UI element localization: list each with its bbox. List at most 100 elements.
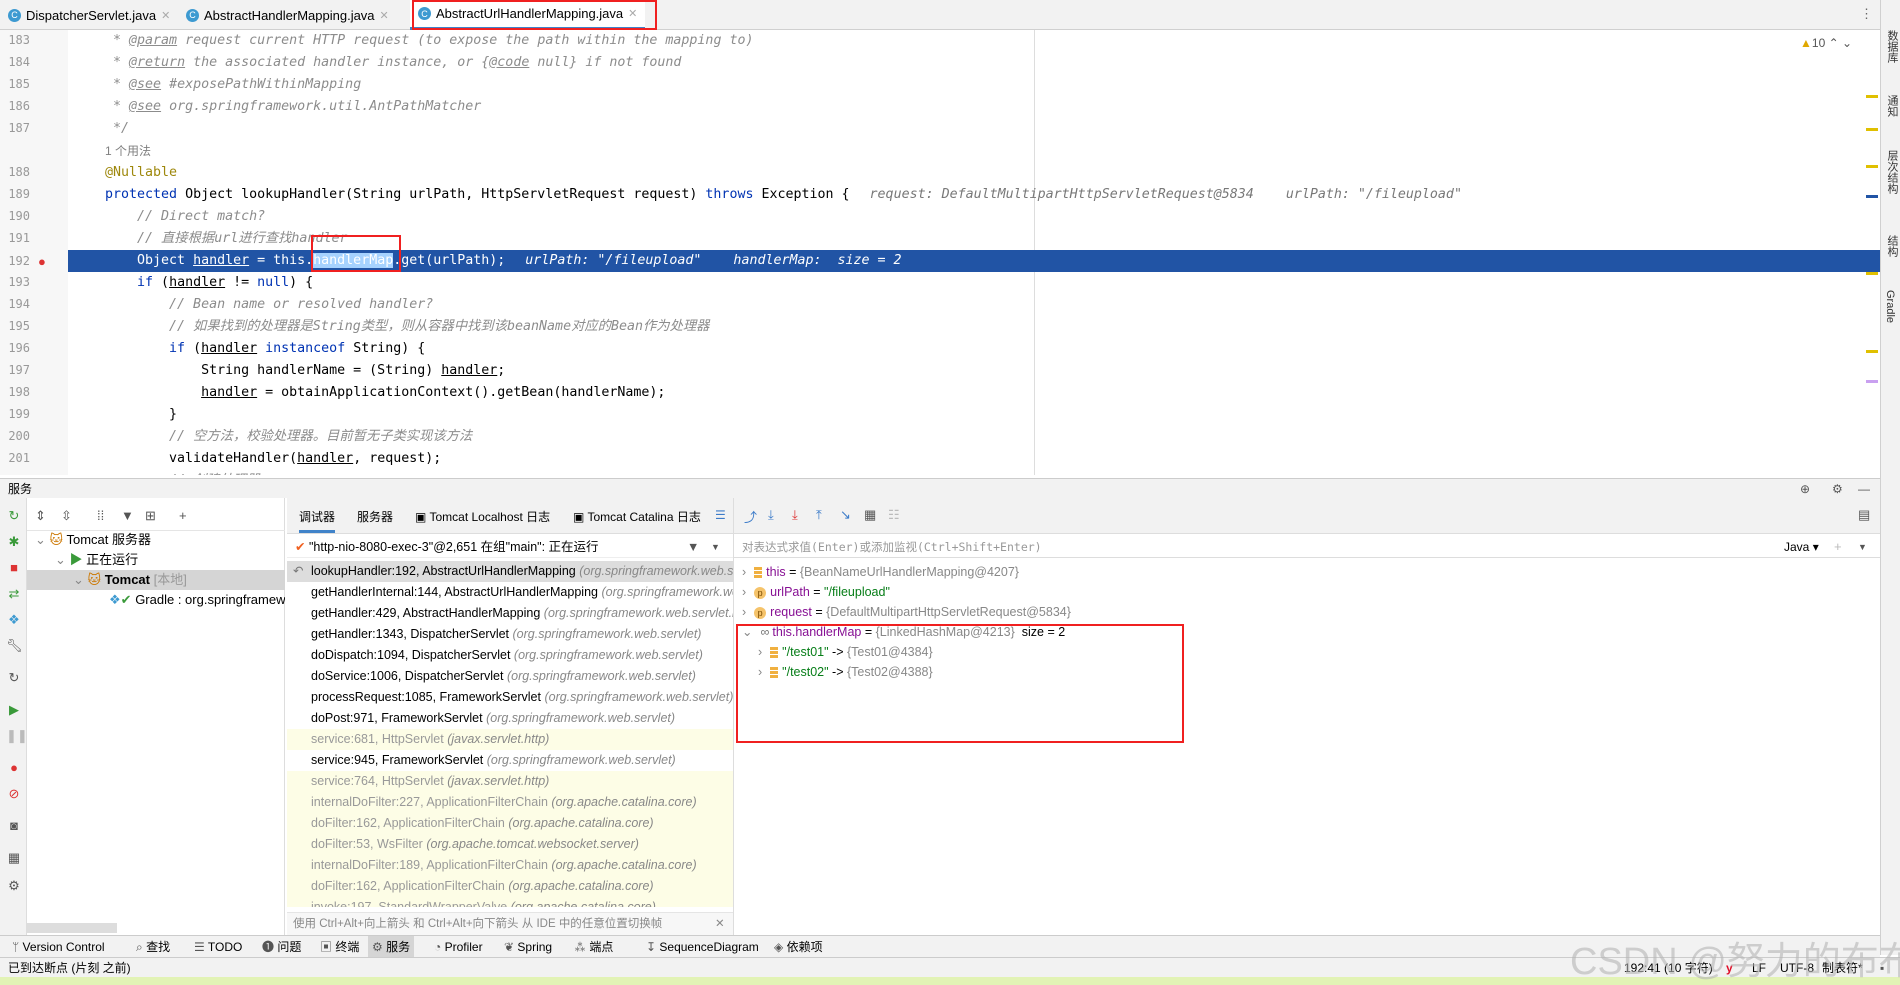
code-line[interactable]: 184 * @return the associated handler ins… bbox=[0, 52, 1880, 74]
variable-row[interactable]: › p urlPath = "/fileupload" bbox=[742, 582, 890, 602]
tool-window-sequence-diagram[interactable]: ↧ SequenceDiagram bbox=[642, 936, 763, 958]
code-line-current[interactable]: 192 ● Object handler = this.handlerMap.ge… bbox=[0, 250, 1880, 272]
code-editor[interactable]: 183 * @param request current HTTP reques… bbox=[0, 30, 1880, 475]
add-watch-icon[interactable]: + bbox=[1834, 536, 1842, 558]
stack-frame[interactable]: ↶ lookupHandler:192, AbstractUrlHandlerMa… bbox=[287, 561, 733, 582]
close-icon[interactable]: ✕ bbox=[380, 9, 389, 22]
tool-window-search[interactable]: ⌕ 查找 bbox=[132, 936, 174, 958]
tool-window-todo[interactable]: ☰ TODO bbox=[190, 936, 246, 958]
stack-frame[interactable]: getHandler:1343, DispatcherServlet (org.… bbox=[287, 624, 733, 645]
code-line[interactable]: 188 @Nullable bbox=[0, 162, 1880, 184]
tool-window-services[interactable]: ⚙ 服务 bbox=[368, 936, 415, 958]
add-icon[interactable]: + bbox=[179, 508, 187, 523]
code-line[interactable]: 189 protected Object lookupHandler(String… bbox=[0, 184, 1880, 206]
tab-dispatcherservlet[interactable]: C DispatcherServlet.java ✕ bbox=[0, 0, 178, 30]
chevron-right-icon[interactable]: › bbox=[742, 565, 746, 579]
filter-icon[interactable]: ▼ bbox=[687, 536, 699, 558]
tab-debugger[interactable]: 调试器 bbox=[299, 508, 336, 533]
evaluate-expression-input[interactable]: 对表达式求值(Enter)或添加监视(Ctrl+Shift+Enter) Java… bbox=[734, 536, 1880, 558]
minimize-icon[interactable]: — bbox=[1858, 479, 1870, 499]
group-icon[interactable]: ⁞⁞ bbox=[97, 508, 104, 523]
debug-icon[interactable]: ✱ bbox=[6, 534, 22, 550]
breakpoint-icon[interactable]: ● bbox=[38, 254, 46, 269]
dropdown-icon[interactable]: ▼ bbox=[711, 536, 720, 558]
tool-gradle[interactable]: Gradle bbox=[1884, 290, 1896, 323]
stop-icon[interactable]: ■ bbox=[6, 560, 22, 576]
code-line[interactable]: 196 if (handler instanceof String) { bbox=[0, 338, 1880, 360]
show-execution-point-icon[interactable]: ⤴ bbox=[744, 507, 757, 526]
stack-frame[interactable]: invoke:197, StandardWrapperValve (org.ap… bbox=[287, 897, 733, 907]
trace-icon[interactable]: ☷ bbox=[888, 507, 900, 523]
code-line[interactable]: 185 * @see #exposePathWithinMapping bbox=[0, 74, 1880, 96]
tab-abstracthandlermapping[interactable]: C AbstractHandlerMapping.java ✕ bbox=[178, 0, 397, 30]
stack-frame[interactable]: service:764, HttpServlet (javax.servlet.… bbox=[287, 771, 733, 792]
stack-frame[interactable]: internalDoFilter:189, ApplicationFilterC… bbox=[287, 855, 733, 876]
more-icon[interactable]: ⋮ bbox=[1860, 6, 1873, 22]
stack-frame[interactable]: service:681, HttpServlet (javax.servlet.… bbox=[287, 729, 733, 750]
stack-frame[interactable]: doFilter:53, WsFilter (org.apache.tomcat… bbox=[287, 834, 733, 855]
inspection-widget[interactable]: ▲10 ⌃ ⌄ bbox=[1800, 36, 1852, 50]
stack-frame[interactable]: service:945, FrameworkServlet (org.sprin… bbox=[287, 750, 733, 771]
tool-window-terminal[interactable]: ▣ 终端 bbox=[316, 936, 363, 958]
tree-item-tomcat-server[interactable]: ⌄ 🐱︎ Tomcat 服务器 bbox=[35, 530, 151, 550]
code-line[interactable]: 190 // Direct match? bbox=[0, 206, 1880, 228]
horizontal-scrollbar[interactable] bbox=[27, 923, 117, 933]
rerun-icon[interactable]: ↻ bbox=[6, 508, 22, 524]
step-into-icon[interactable]: ⤓ bbox=[792, 507, 798, 523]
resume-icon[interactable]: ▶ bbox=[6, 702, 22, 718]
run-to-cursor-icon[interactable]: ↘ bbox=[840, 507, 851, 523]
code-line[interactable]: 1 个用法 bbox=[0, 140, 1880, 162]
mute-breakpoints-icon[interactable]: ⊘ bbox=[6, 786, 22, 802]
stack-frame[interactable]: doPost:971, FrameworkServlet (org.spring… bbox=[287, 708, 733, 729]
stack-frame[interactable]: internalDoFilter:227, ApplicationFilterC… bbox=[287, 792, 733, 813]
code-line[interactable]: 200 // 空方法，校验处理器。目前暂无子类实现该方法 bbox=[0, 426, 1880, 448]
code-line[interactable]: 202 // 创建处理器 bbox=[0, 470, 1880, 475]
new-tab-icon[interactable]: ⊞ bbox=[145, 508, 156, 524]
evaluate-icon[interactable]: ▦ bbox=[864, 507, 876, 523]
chevron-right-icon[interactable]: › bbox=[742, 605, 746, 619]
dropdown-icon[interactable]: ▼ bbox=[1858, 536, 1867, 558]
code-line[interactable]: 199 } bbox=[0, 404, 1880, 426]
tool-window-spring[interactable]: ❦ Spring bbox=[500, 936, 556, 958]
camera-icon[interactable]: ◙ bbox=[6, 818, 22, 834]
layout-icon[interactable]: ▤ bbox=[1858, 507, 1870, 523]
collapse-all-icon[interactable]: ⇳ bbox=[61, 508, 72, 524]
code-line[interactable]: 194 // Bean name or resolved handler? bbox=[0, 294, 1880, 316]
code-line[interactable]: 187 */ bbox=[0, 118, 1880, 140]
chevron-down-icon[interactable]: ⌄ bbox=[1842, 36, 1852, 50]
tree-item-running[interactable]: ⌄ ▶ 正在运行 bbox=[55, 550, 138, 570]
tab-localhost-log[interactable]: ▣ Tomcat Localhost 日志 bbox=[415, 508, 550, 525]
layout-icon[interactable]: ▦ bbox=[6, 850, 22, 866]
wrench-icon[interactable]: 🔧︎ bbox=[6, 638, 23, 654]
update-icon[interactable]: ⇄ bbox=[6, 586, 22, 602]
code-line[interactable]: 201 validateHandler(handler, request); bbox=[0, 448, 1880, 470]
close-icon[interactable]: ✕ bbox=[715, 913, 725, 936]
chevron-down-icon[interactable]: ⌄ bbox=[73, 572, 84, 587]
tool-window-dependencies[interactable]: ◈ 依赖项 bbox=[770, 936, 827, 958]
stack-frame[interactable]: doFilter:162, ApplicationFilterChain (or… bbox=[287, 813, 733, 834]
code-line[interactable]: 191 // 直接根据url进行查找handler bbox=[0, 228, 1880, 250]
stack-frame[interactable]: doService:1006, DispatcherServlet (org.s… bbox=[287, 666, 733, 687]
filter-icon[interactable]: ▼ bbox=[121, 508, 134, 523]
stack-frame[interactable]: doFilter:162, ApplicationFilterChain (or… bbox=[287, 876, 733, 897]
tool-database[interactable]: 数据库 bbox=[1884, 30, 1900, 63]
variable-row[interactable]: › this = {BeanNameUrlHandlerMapping@4207} bbox=[742, 562, 1019, 582]
code-line[interactable]: 183 * @param request current HTTP reques… bbox=[0, 30, 1880, 52]
thread-selector[interactable]: ✔ "http-nio-8080-exec-3"@2,651 在组"main":… bbox=[287, 536, 733, 558]
chevron-up-icon[interactable]: ⌃ bbox=[1829, 36, 1839, 50]
tab-server[interactable]: 服务器 bbox=[357, 508, 393, 525]
code-line[interactable]: 197 String handlerName = (String) handle… bbox=[0, 360, 1880, 382]
step-out-icon[interactable]: ⤒ bbox=[816, 507, 822, 523]
menu-icon[interactable]: ☰ bbox=[715, 508, 726, 522]
step-over-icon[interactable]: ⤓ bbox=[768, 507, 774, 523]
stack-frame[interactable]: getHandler:429, AbstractHandlerMapping (… bbox=[287, 603, 733, 624]
pause-icon[interactable]: ❚❚ bbox=[6, 728, 28, 744]
close-icon[interactable]: ✕ bbox=[161, 9, 170, 22]
tree-item-tomcat[interactable]: ⌄ 🐱︎ Tomcat [本地] bbox=[27, 570, 285, 590]
chevron-down-icon[interactable]: ⌄ bbox=[55, 552, 66, 567]
code-line[interactable]: 186 * @see org.springframework.util.AntP… bbox=[0, 96, 1880, 118]
tab-catalina-log[interactable]: ▣ Tomcat Catalina 日志 bbox=[573, 508, 701, 525]
stack-frame[interactable]: processRequest:1085, FrameworkServlet (o… bbox=[287, 687, 733, 708]
refresh-icon[interactable]: ↻ bbox=[6, 670, 22, 686]
stack-frame[interactable]: getHandlerInternal:144, AbstractUrlHandl… bbox=[287, 582, 733, 603]
